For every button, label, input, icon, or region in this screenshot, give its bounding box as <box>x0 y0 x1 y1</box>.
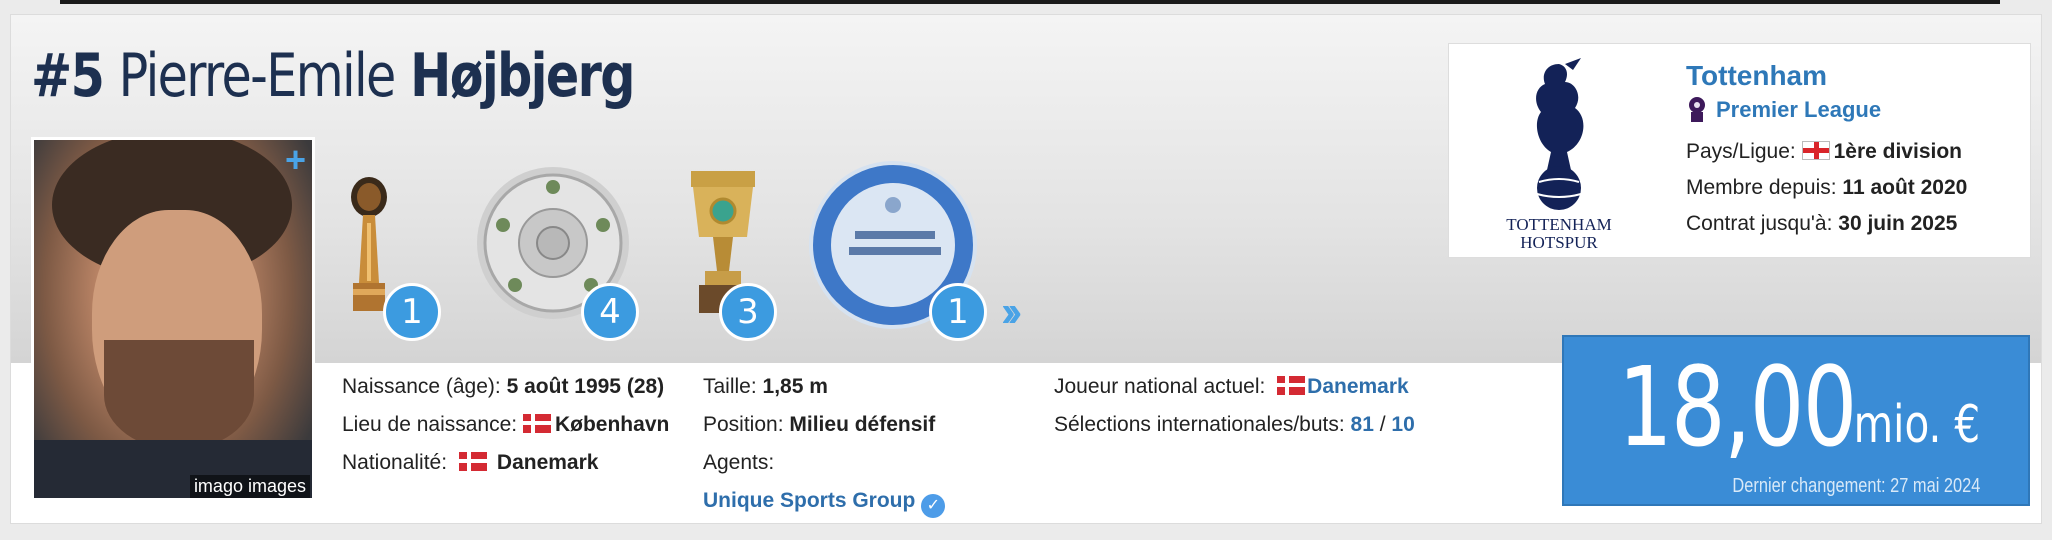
country-league-value: 1ère division <box>1833 140 1962 163</box>
league-name: Premier League <box>1716 97 1882 122</box>
market-value-last-change: Dernier changement: 27 mai 2024 <box>1732 475 1980 497</box>
birthplace-value: København <box>554 413 670 436</box>
agent-link[interactable]: Unique Sports Group <box>703 489 915 512</box>
agents-row: Agents: <box>703 451 774 475</box>
nationality-label: Nationalité: <box>342 451 448 474</box>
player-header-card: #5 Pierre-Emile Højbjerg 1 4 3 1 ›› TOTT… <box>10 14 2042 524</box>
caps-link[interactable]: 81 <box>1351 413 1374 436</box>
position-value: Milieu défensif <box>789 413 936 436</box>
nationality-value: Danemark <box>496 451 599 474</box>
agent-link-row: Unique Sports Group ✓ <box>703 489 946 518</box>
birthplace-label: Lieu de naissance: <box>342 413 518 436</box>
league-link[interactable]: Premier League <box>1686 96 1881 124</box>
trophy-count-badge: 1 <box>929 283 987 341</box>
market-value-amount: 18,00 <box>1618 343 1857 471</box>
contract-row: Contrat jusqu'à: 30 juin 2025 <box>1686 212 1957 236</box>
agents-label: Agents: <box>703 451 775 474</box>
market-value-unit: mio. € <box>1853 395 1980 455</box>
contract-label: Contrat jusqu'à: <box>1686 212 1833 235</box>
country-league-label: Pays/Ligue: <box>1686 140 1796 163</box>
denmark-flag-icon <box>458 452 487 471</box>
crest-text-bottom: HOTSPUR <box>1520 233 1598 252</box>
club-info-box: TOTTENHAM HOTSPUR Tottenham Premier Leag… <box>1448 43 2031 258</box>
caps-label: Sélections internationales/buts: <box>1054 413 1345 436</box>
trophy-count-badge: 4 <box>581 283 639 341</box>
national-player-row: Joueur national actuel: Danemark <box>1054 375 1409 399</box>
national-player-label: Joueur national actuel: <box>1054 375 1266 398</box>
national-team-link[interactable]: Danemark <box>1307 375 1409 398</box>
trophy-count-badge: 3 <box>719 283 777 341</box>
trophy-bundesliga[interactable]: 4 <box>473 165 643 341</box>
member-since-row: Membre depuis: 11 août 2020 <box>1686 176 1967 200</box>
market-value-box[interactable]: 18,00 mio. € Dernier changement: 27 mai … <box>1562 335 2030 506</box>
denmark-flag-icon <box>522 414 551 433</box>
height-row: Taille: 1,85 m <box>703 375 828 399</box>
member-since-label: Membre depuis: <box>1686 176 1837 199</box>
premier-league-lion-icon <box>1689 97 1705 122</box>
player-last-name: Højbjerg <box>410 41 635 111</box>
expand-plus-icon[interactable]: + <box>285 142 306 178</box>
crest-text-top: TOTTENHAM <box>1506 215 1611 234</box>
member-since-value: 11 août 2020 <box>1842 176 1968 199</box>
position-row: Position: Milieu défensif <box>703 413 935 437</box>
birth-value: 5 août 1995 (28) <box>506 375 665 398</box>
trophy-dfb-pokal[interactable]: 3 <box>683 165 803 341</box>
goals-link[interactable]: 10 <box>1391 413 1414 436</box>
caps-separator: / <box>1379 413 1386 436</box>
player-first-name: Pierre-Emile <box>118 41 397 111</box>
position-label: Position: <box>703 413 784 436</box>
shirt-number: #5 <box>31 41 105 111</box>
birthplace-row: Lieu de naissance: København <box>342 413 669 437</box>
trophy-bayerischer-amateurmeister[interactable]: 1 <box>803 161 993 341</box>
birth-row: Naissance (âge): 5 août 1995 (28) <box>342 375 664 399</box>
top-border <box>60 0 2000 4</box>
country-league-row: Pays/Ligue: 1ère division <box>1686 140 1962 164</box>
contract-value: 30 juin 2025 <box>1838 212 1958 235</box>
england-flag-icon <box>1801 141 1830 160</box>
player-title: #5 Pierre-Emile Højbjerg <box>31 41 635 111</box>
height-value: 1,85 m <box>762 375 828 398</box>
birth-label: Naissance (âge): <box>342 375 501 398</box>
more-trophies-chevron-icon[interactable]: ›› <box>1001 287 1023 337</box>
club-name-link[interactable]: Tottenham <box>1686 60 1827 92</box>
verified-check-icon: ✓ <box>921 494 946 518</box>
photo-credit: imago images <box>189 475 310 498</box>
player-photo[interactable]: + imago images <box>31 137 315 501</box>
tottenham-crest-icon[interactable]: TOTTENHAM HOTSPUR <box>1489 52 1629 252</box>
nationality-row: Nationalité: Danemark <box>342 451 598 475</box>
trophy-count-badge: 1 <box>383 283 441 341</box>
denmark-flag-icon <box>1277 376 1306 395</box>
height-label: Taille: <box>703 375 757 398</box>
trophy-club-world-cup[interactable]: 1 <box>341 163 441 341</box>
player-header-top: #5 Pierre-Emile Højbjerg 1 4 3 1 ›› TOTT… <box>11 15 2041 363</box>
caps-row: Sélections internationales/buts: 81 / 10 <box>1054 413 1415 437</box>
